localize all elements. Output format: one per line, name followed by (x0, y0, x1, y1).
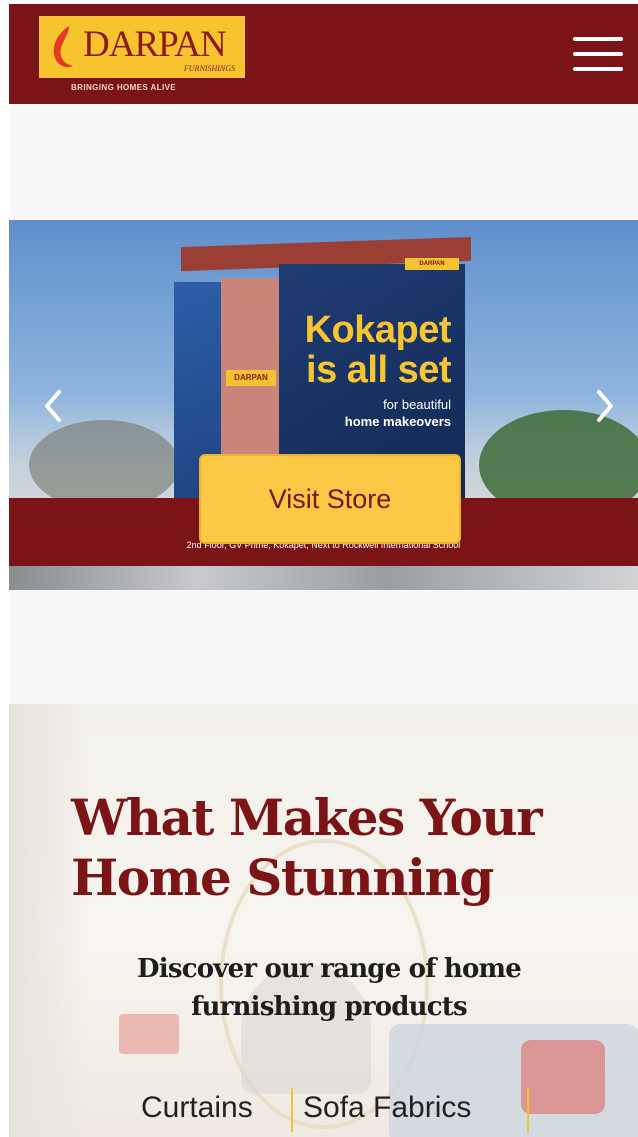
section-subtitle: Discover our range of home furnishing pr… (137, 954, 522, 1022)
logo-flame-icon (53, 26, 73, 68)
logo-wordmark: DARPAN (83, 24, 227, 65)
visit-store-button[interactable]: Visit Store (199, 454, 461, 544)
slider-next-chevron-icon[interactable] (589, 386, 619, 426)
section-title-line-1: What Makes Your (71, 788, 543, 847)
brand-tagline: BRINGING HOMES ALIVE (71, 83, 177, 92)
category-tabs: Curtains Sofa Fabrics (139, 1086, 559, 1132)
section-title: What Makes Your Home Stunning (71, 788, 571, 908)
promo-headline-1: Kokapet (304, 309, 452, 351)
page-frame: DARPAN FURNISHINGS BRINGING HOMES ALIVE … (9, 4, 638, 1137)
promo-subtext-1: for beautiful (383, 397, 451, 412)
promo-headline-2: is all set (306, 349, 451, 391)
site-header: DARPAN FURNISHINGS BRINGING HOMES ALIVE (9, 4, 638, 104)
section-title-line-2: Home Stunning (71, 848, 494, 907)
slider-prev-chevron-icon[interactable] (39, 386, 69, 426)
building-top-sign: DARPAN (405, 258, 459, 270)
category-curtains[interactable]: Curtains (141, 1086, 253, 1130)
hamburger-menu-icon[interactable] (573, 35, 623, 73)
products-section: What Makes Your Home Stunning Discover o… (9, 704, 638, 1137)
hero-slider[interactable]: DARPAN DARPAN Kokapet is all set for bea… (9, 220, 638, 590)
tree-left (29, 420, 179, 510)
category-divider (527, 1088, 529, 1132)
street-strip (9, 566, 638, 590)
logo-subtext: FURNISHINGS (183, 64, 235, 73)
promo-subtext-2: home makeovers (344, 414, 451, 429)
category-sofa-fabrics[interactable]: Sofa Fabrics (303, 1086, 471, 1130)
bg-wall (9, 704, 89, 1137)
category-divider (291, 1088, 293, 1132)
brand-logo[interactable]: DARPAN FURNISHINGS (39, 16, 245, 78)
building-store-sign: DARPAN (226, 370, 276, 386)
